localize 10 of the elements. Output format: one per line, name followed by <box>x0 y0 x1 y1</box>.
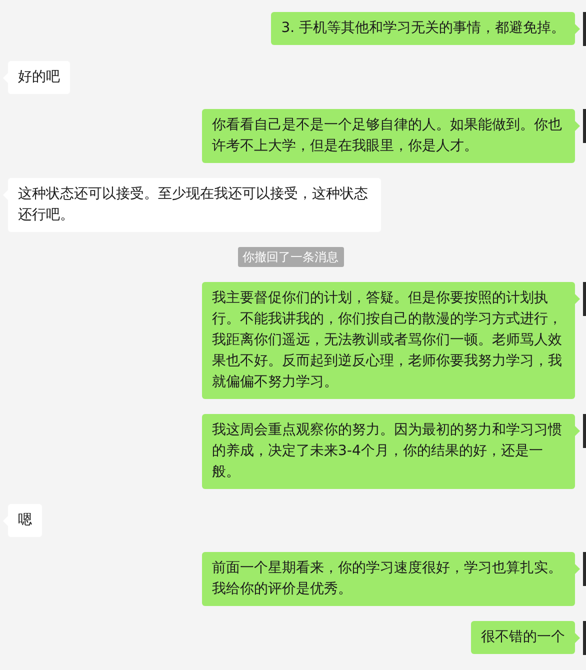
message-bubble: 前面一个星期看来，你的学习速度很好，学习也算扎实。我给你的评价是优秀。 <box>202 552 575 606</box>
message-bubble: 我这周会重点观察你的努力。因为最初的努力和学习习惯的养成，决定了未来3-4个月，你的结果的好，还是一般。 <box>202 414 575 489</box>
message-bubble: 3. 手机等其他和学习无关的事情，都避免掉。 <box>271 12 575 45</box>
message-bubble: 嗯 <box>8 504 42 537</box>
message-bubble: 很不错的一个 <box>471 621 575 654</box>
message-bubble: 这种状态还可以接受。至少现在我还可以接受，这种状态还行吧。 <box>8 178 381 232</box>
system-notice: 你撤回了一条消息 <box>238 247 344 267</box>
message-bubble: 我主要督促你们的计划，答疑。但是你要按照的计划执行。不能我讲我的，你们按自己的散漫的学习方式进行，我距离你们遥远，无法教训或者骂你们一顿。老师骂人效果也不好。反而起到逆反心理，老师你要我努力学习，我就偏偏不努力学习。 <box>202 282 575 399</box>
message-bubble: 好的吧 <box>8 61 70 94</box>
message-bubble: 你看看自己是不是一个足够自律的人。如果能做到。你也许考不上大学，但是在我眼里，你是人才。 <box>202 109 575 163</box>
